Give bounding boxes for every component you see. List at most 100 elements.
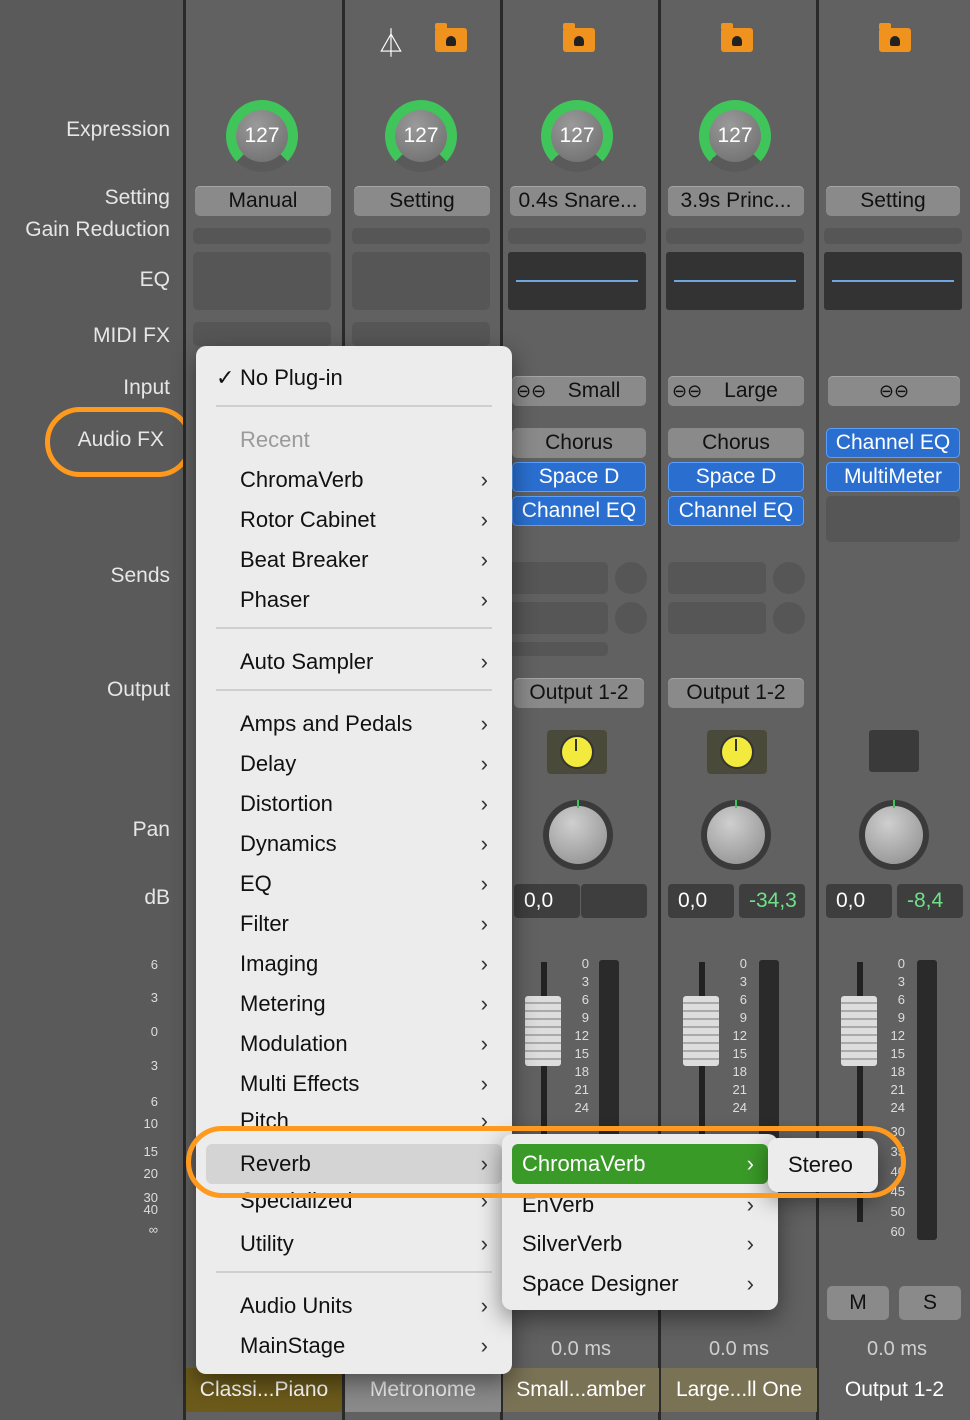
- channel-name-1[interactable]: Classi...Piano: [186, 1368, 342, 1412]
- menu-item-audio-units[interactable]: Audio Units ›: [196, 1286, 512, 1326]
- menu-item-multi-effects[interactable]: Multi Effects ›: [196, 1064, 512, 1104]
- audio-fx-slot-channel-eq[interactable]: Channel EQ: [826, 428, 960, 458]
- menu-item-recent-beat-breaker[interactable]: Beat Breaker ›: [196, 540, 512, 580]
- audio-fx-empty-slot[interactable]: [826, 496, 960, 542]
- chevron-right-icon: ›: [480, 991, 488, 1016]
- output-button[interactable]: Output 1-2: [668, 678, 804, 708]
- chevron-right-icon: ›: [480, 649, 488, 674]
- menu-item-delay[interactable]: Delay ›: [196, 744, 512, 784]
- menu-item-recent-chromaverb[interactable]: ChromaVerb ›: [196, 460, 512, 500]
- folder-icon: [879, 23, 911, 52]
- latency-readout: 0.0 ms: [866, 1338, 928, 1360]
- menu-item-eq[interactable]: EQ ›: [196, 864, 512, 904]
- chevron-right-icon: ›: [480, 911, 488, 936]
- eq-thumbnail[interactable]: [352, 252, 490, 310]
- send-slot[interactable]: [668, 562, 766, 594]
- track-icon: [707, 730, 767, 774]
- send-slot[interactable]: [668, 602, 766, 634]
- menu-separator: [216, 627, 492, 629]
- solo-button[interactable]: S: [899, 1286, 961, 1320]
- audio-fx-slot-chorus[interactable]: Chorus: [668, 428, 804, 458]
- setting-button[interactable]: Manual: [195, 186, 331, 216]
- send-slot[interactable]: [508, 642, 608, 656]
- eq-thumbnail[interactable]: [824, 252, 962, 310]
- audio-fx-slot-channel-eq[interactable]: Channel EQ: [668, 496, 804, 526]
- folder-icon: [721, 23, 753, 52]
- chevron-right-icon: ›: [480, 1031, 488, 1056]
- menu-item-amps-and-pedals[interactable]: Amps and Pedals ›: [196, 704, 512, 744]
- chevron-right-icon: ›: [480, 951, 488, 976]
- setting-button[interactable]: Setting: [354, 186, 490, 216]
- channel-name-3[interactable]: Small...amber: [503, 1368, 659, 1412]
- volume-readout[interactable]: 0,0: [826, 884, 892, 918]
- volume-fader[interactable]: [841, 996, 877, 1066]
- midi-fx-slot[interactable]: [193, 322, 331, 346]
- chevron-right-icon: ›: [480, 587, 488, 612]
- menu-separator: [216, 405, 492, 407]
- eq-thumbnail[interactable]: [666, 252, 804, 310]
- label-gain-reduction: Gain Reduction: [25, 218, 170, 241]
- setting-button[interactable]: 3.9s Princ...: [668, 186, 804, 216]
- send-knob[interactable]: [615, 562, 647, 594]
- menu-item-dynamics[interactable]: Dynamics ›: [196, 824, 512, 864]
- input-button[interactable]: ⊖⊖ Large: [668, 376, 804, 406]
- mute-button[interactable]: M: [827, 1286, 889, 1320]
- folder-icon: [563, 23, 595, 52]
- chevron-right-icon: ›: [480, 547, 488, 572]
- reverb-path-highlight: [186, 1126, 906, 1198]
- menu-item-recent-rotor-cabinet[interactable]: Rotor Cabinet ›: [196, 500, 512, 540]
- menu-item-mainstage[interactable]: MainStage ›: [196, 1326, 512, 1366]
- expression-knob[interactable]: 127: [385, 100, 457, 172]
- pan-knob[interactable]: [543, 800, 613, 870]
- audio-fx-slot-channel-eq[interactable]: Channel EQ: [512, 496, 646, 526]
- channel-name-5[interactable]: Output 1-2: [819, 1368, 970, 1412]
- audio-fx-slot-chorus[interactable]: Chorus: [512, 428, 646, 458]
- menu-item-recent-phaser[interactable]: Phaser ›: [196, 580, 512, 620]
- output-button[interactable]: Output 1-2: [514, 678, 644, 708]
- send-slot[interactable]: [508, 602, 608, 634]
- volume-fader[interactable]: [683, 996, 719, 1066]
- send-knob[interactable]: [773, 602, 805, 634]
- audio-fx-slot-multimeter[interactable]: MultiMeter: [826, 462, 960, 492]
- menu-item-modulation[interactable]: Modulation ›: [196, 1024, 512, 1064]
- label-input: Input: [123, 376, 170, 399]
- check-icon: ✓: [216, 365, 235, 390]
- chevron-right-icon: ›: [480, 791, 488, 816]
- menu-item-filter[interactable]: Filter ›: [196, 904, 512, 944]
- volume-readout[interactable]: 0,0: [514, 884, 580, 918]
- peak-readout: [581, 884, 647, 918]
- submenu-item-silververb[interactable]: SilverVerb ›: [502, 1224, 778, 1264]
- volume-readout[interactable]: 0,0: [668, 884, 734, 918]
- menu-item-no-plugin[interactable]: ✓ No Plug-in: [196, 358, 512, 398]
- input-button[interactable]: ⊖⊖ Small: [512, 376, 646, 406]
- expression-knob[interactable]: 127: [699, 100, 771, 172]
- input-format-button[interactable]: ⊖⊖: [828, 376, 960, 406]
- menu-item-metering[interactable]: Metering ›: [196, 984, 512, 1024]
- eq-thumbnail[interactable]: [508, 252, 646, 310]
- send-knob[interactable]: [773, 562, 805, 594]
- audio-fx-slot-space-d[interactable]: Space D: [512, 462, 646, 492]
- submenu-item-space-designer[interactable]: Space Designer ›: [502, 1264, 778, 1304]
- chevron-right-icon: ›: [480, 1071, 488, 1096]
- volume-fader[interactable]: [525, 996, 561, 1066]
- menu-item-auto-sampler[interactable]: Auto Sampler ›: [196, 642, 512, 682]
- send-knob[interactable]: [615, 602, 647, 634]
- expression-knob[interactable]: 127: [541, 100, 613, 172]
- channel-name-4[interactable]: Large...ll One: [661, 1368, 817, 1412]
- setting-button[interactable]: Setting: [826, 186, 960, 216]
- send-slot[interactable]: [508, 562, 608, 594]
- menu-item-utility[interactable]: Utility ›: [196, 1224, 512, 1264]
- pan-knob[interactable]: [701, 800, 771, 870]
- pan-knob[interactable]: [859, 800, 929, 870]
- menu-item-imaging[interactable]: Imaging ›: [196, 944, 512, 984]
- midi-fx-slot[interactable]: [352, 322, 490, 346]
- setting-button[interactable]: 0.4s Snare...: [510, 186, 646, 216]
- expression-knob[interactable]: 127: [226, 100, 298, 172]
- gain-reduction-meter: [193, 228, 331, 244]
- label-sends: Sends: [110, 564, 170, 587]
- channel-name-2[interactable]: Metronome: [345, 1368, 501, 1412]
- eq-thumbnail[interactable]: [193, 252, 331, 310]
- audio-fx-slot-space-d[interactable]: Space D: [668, 462, 804, 492]
- link-icon: ⊖⊖: [672, 380, 703, 401]
- menu-item-distortion[interactable]: Distortion ›: [196, 784, 512, 824]
